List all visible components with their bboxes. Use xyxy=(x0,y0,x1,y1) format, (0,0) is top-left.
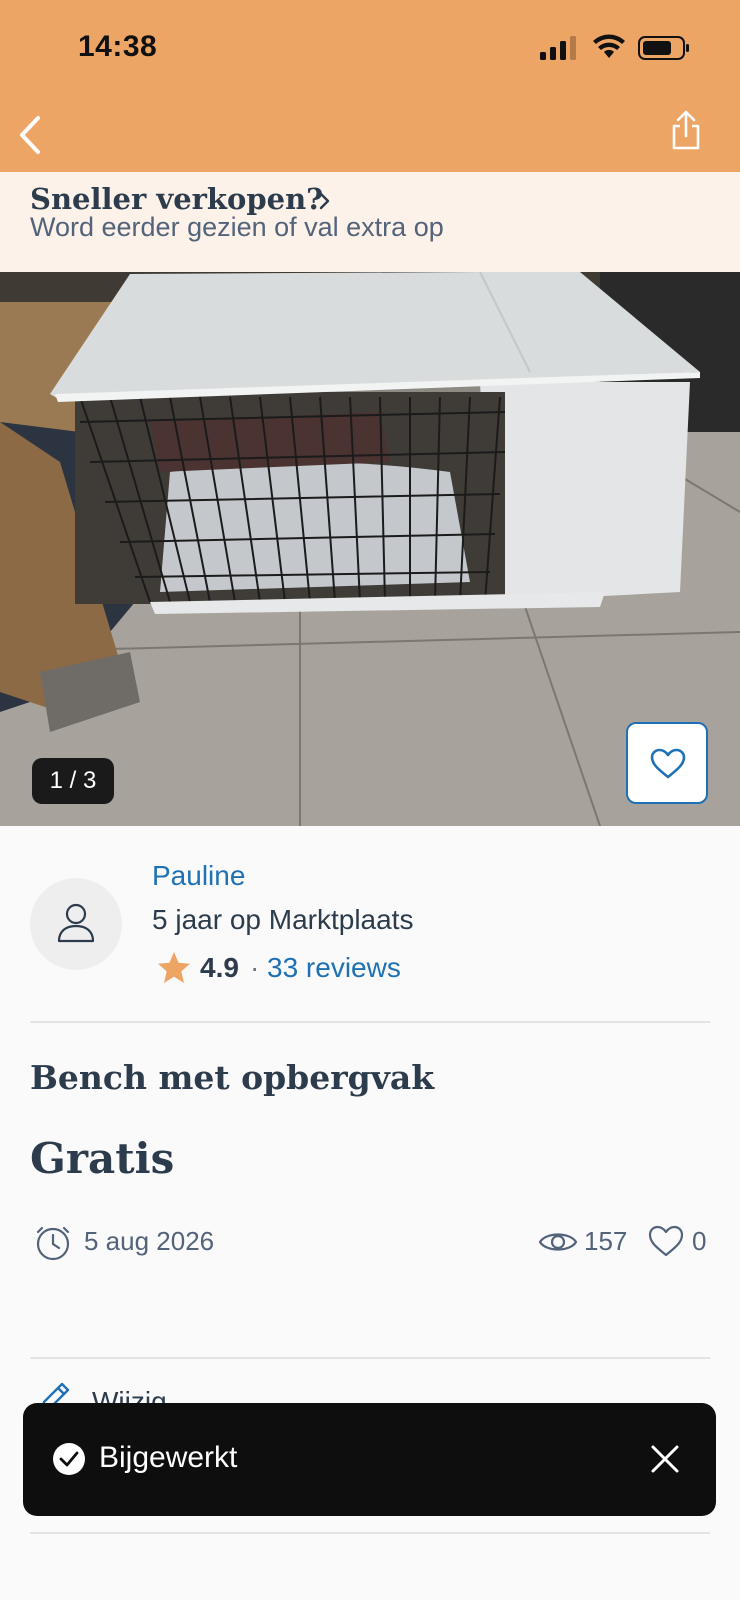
listing-price: Gratis xyxy=(30,1134,175,1183)
reviews-link[interactable]: 33 reviews xyxy=(267,952,401,984)
seller-member-since: 5 jaar op Marktplaats xyxy=(152,904,414,935)
heart-outline-icon xyxy=(648,1225,684,1257)
share-icon[interactable] xyxy=(668,108,704,152)
divider xyxy=(30,1532,710,1534)
toast-notification: Bijgewerkt xyxy=(23,1403,716,1516)
view-count: 157 xyxy=(584,1226,628,1256)
nav-bar xyxy=(0,100,740,172)
divider xyxy=(30,1021,710,1023)
status-bar: 14:38 xyxy=(0,0,740,100)
listing-photo[interactable]: 1 / 3 xyxy=(0,272,740,826)
star-icon xyxy=(158,952,190,983)
promo-subtitle: Word eerder gezien of val extra op xyxy=(30,212,444,242)
listing-date: 5 aug 2026 xyxy=(84,1226,215,1256)
seller-name-link[interactable]: Pauline xyxy=(152,860,245,892)
toast-message: Bijgewerkt xyxy=(99,1441,238,1474)
clock-icon xyxy=(36,1226,70,1261)
divider xyxy=(30,1357,710,1359)
heart-outline-icon xyxy=(650,748,686,779)
avatar[interactable] xyxy=(30,878,122,970)
cellular-signal-icon xyxy=(540,36,576,60)
rating-separator: · xyxy=(250,952,260,983)
promo-banner[interactable]: Sneller verkopen? Word eerder gezien of … xyxy=(0,172,740,272)
photo-counter: 1 / 3 xyxy=(32,758,114,804)
check-circle-icon xyxy=(53,1443,85,1475)
user-icon xyxy=(57,903,95,943)
wifi-icon xyxy=(593,34,625,58)
seller-info: Pauline 5 jaar op Marktplaats 4.9 · 33 r… xyxy=(0,826,740,1022)
chevron-right-icon xyxy=(319,192,330,210)
close-icon[interactable] xyxy=(645,1439,685,1479)
status-time: 14:38 xyxy=(78,30,158,63)
listing-title: Bench met opbergvak xyxy=(30,1058,435,1097)
seller-rating: 4.9 xyxy=(200,952,239,983)
favorite-button[interactable] xyxy=(626,722,708,804)
favorite-count: 0 xyxy=(692,1226,707,1256)
promo-title: Sneller verkopen? xyxy=(30,182,324,216)
chevron-left-icon[interactable] xyxy=(12,110,52,160)
battery-icon xyxy=(638,36,689,60)
eye-icon xyxy=(538,1233,578,1251)
